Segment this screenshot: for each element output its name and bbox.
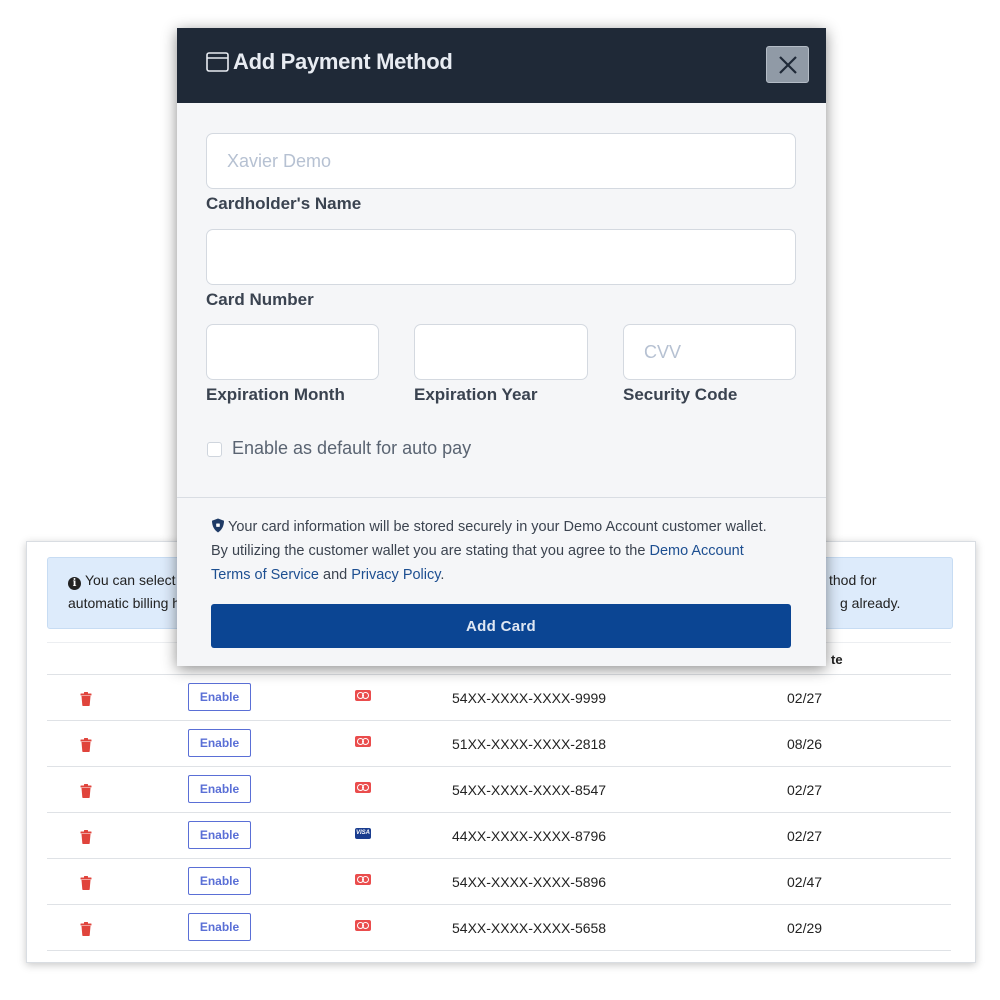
- expiration-date: 02/27: [787, 690, 823, 706]
- table-row: Enable VISA 44XX-XXXX-XXXX-8796 02/27: [47, 813, 951, 859]
- card-number: 54XX-XXXX-XXXX-8547: [452, 782, 607, 798]
- expiration-header: te: [831, 652, 843, 667]
- mastercard-icon: [355, 782, 371, 793]
- card-number: 51XX-XXXX-XXXX-2818: [452, 736, 607, 752]
- expiration-date: 02/27: [787, 828, 823, 844]
- add-card-button[interactable]: Add Card: [211, 604, 791, 648]
- cardholder-name-input[interactable]: [206, 133, 796, 189]
- cards-table: te Enable 54XX-XXXX-XXXX-9999 02/27 Enab…: [47, 642, 951, 951]
- enable-button[interactable]: Enable: [188, 867, 251, 895]
- demo-account-link[interactable]: Demo Account: [649, 543, 743, 559]
- agreement-text: By utilizing the customer wallet you are…: [211, 543, 646, 559]
- table-row: Enable 54XX-XXXX-XXXX-5896 02/47: [47, 859, 951, 905]
- security-notice-text: Your card information will be stored sec…: [228, 519, 767, 535]
- enable-button[interactable]: Enable: [188, 821, 251, 849]
- table-body: Enable 54XX-XXXX-XXXX-9999 02/27 Enable …: [47, 675, 951, 951]
- add-payment-modal: Add Payment Method Cardholder's Name Car…: [177, 28, 826, 666]
- table-row: Enable 51XX-XXXX-XXXX-2818 08/26: [47, 721, 951, 767]
- visa-icon: VISA: [355, 828, 371, 839]
- trash-icon[interactable]: [80, 830, 92, 844]
- expiration-date: 02/47: [787, 874, 823, 890]
- card-number: 54XX-XXXX-XXXX-9999: [452, 690, 607, 706]
- autopay-checkbox[interactable]: [207, 442, 222, 457]
- card-number: 54XX-XXXX-XXXX-5896: [452, 874, 607, 890]
- modal-divider: [177, 497, 826, 498]
- close-button[interactable]: [766, 46, 809, 83]
- enable-button[interactable]: Enable: [188, 913, 251, 941]
- privacy-policy-link[interactable]: Privacy Policy: [351, 567, 440, 583]
- trash-icon[interactable]: [80, 738, 92, 752]
- table-row: Enable 54XX-XXXX-XXXX-9999 02/27: [47, 675, 951, 721]
- trash-icon[interactable]: [80, 876, 92, 890]
- info-text: You can select: [85, 572, 176, 588]
- info-right-line1: thod for: [829, 572, 877, 588]
- info-left-line1: i You can select: [68, 569, 176, 592]
- mastercard-icon: [355, 874, 371, 885]
- expiration-month-label: Expiration Month: [206, 385, 345, 404]
- agreement-line1: By utilizing the customer wallet you are…: [211, 543, 801, 559]
- agreement-line2: Terms of Service and Privacy Policy.: [211, 567, 801, 583]
- mastercard-icon: [355, 690, 371, 701]
- info-icon: i: [68, 577, 81, 590]
- info-left-line2: automatic billing h: [68, 595, 181, 611]
- expiration-year-input[interactable]: [414, 324, 588, 380]
- enable-button[interactable]: Enable: [188, 775, 251, 803]
- table-row: Enable 54XX-XXXX-XXXX-8547 02/27: [47, 767, 951, 813]
- table-row: Enable 54XX-XXXX-XXXX-5658 02/29: [47, 905, 951, 951]
- modal-header: Add Payment Method: [177, 28, 826, 103]
- card-number-label: Card Number: [206, 290, 314, 309]
- card-number-input[interactable]: [206, 229, 796, 285]
- mastercard-icon: [355, 736, 371, 747]
- expiration-year-label: Expiration Year: [414, 385, 538, 404]
- card-number: 44XX-XXXX-XXXX-8796: [452, 828, 607, 844]
- terms-of-service-link[interactable]: Terms of Service: [211, 567, 319, 583]
- mastercard-icon: [355, 920, 371, 931]
- period-text: .: [440, 567, 445, 583]
- card-number: 54XX-XXXX-XXXX-5658: [452, 920, 607, 936]
- expiration-date: 08/26: [787, 736, 823, 752]
- enable-button[interactable]: Enable: [188, 683, 251, 711]
- shield-icon: [212, 518, 224, 533]
- expiration-date: 02/27: [787, 782, 823, 798]
- close-icon: [778, 55, 797, 74]
- security-notice: Your card information will be stored sec…: [211, 518, 801, 535]
- trash-icon[interactable]: [80, 784, 92, 798]
- trash-icon[interactable]: [80, 922, 92, 936]
- window-icon: [206, 52, 229, 72]
- modal-title: Add Payment Method: [233, 49, 453, 74]
- info-right-line2: g already.: [840, 595, 901, 611]
- autopay-label[interactable]: Enable as default for auto pay: [232, 438, 471, 459]
- security-code-input[interactable]: [623, 324, 796, 380]
- expiration-month-input[interactable]: [206, 324, 379, 380]
- security-code-label: Security Code: [623, 385, 738, 404]
- enable-button[interactable]: Enable: [188, 729, 251, 757]
- expiration-date: 02/29: [787, 920, 823, 936]
- and-text: and: [323, 567, 348, 583]
- trash-icon[interactable]: [80, 692, 92, 706]
- cardholder-name-label: Cardholder's Name: [206, 194, 362, 213]
